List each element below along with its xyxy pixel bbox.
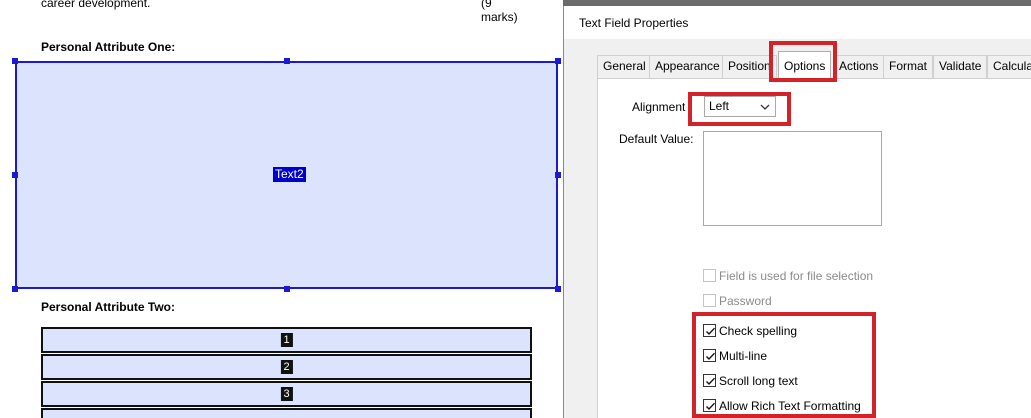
options-tab-panel [597,78,1031,418]
section-one-label: Personal Attribute One: [41,40,176,54]
checkmark-icon [706,327,716,336]
scroll-long-text-checkbox[interactable] [703,374,716,387]
resize-handle-left[interactable] [12,172,18,178]
default-value-textarea[interactable] [703,131,882,226]
check-spelling-label: Check spelling [719,324,798,338]
field-name-tag: Text2 [273,167,306,182]
tab-strip: General Appearance Position Options Acti… [597,51,1031,78]
tab-validate[interactable]: Validate [933,55,988,78]
tab-options[interactable]: Options [778,51,832,78]
dialog-title: Text Field Properties [579,16,689,30]
checkmark-icon [706,377,716,386]
resize-handle-top-left[interactable] [12,58,18,64]
multi-line-checkbox[interactable] [703,349,716,362]
section-two-label: Personal Attribute Two: [41,300,176,314]
checkmark-icon [706,352,716,361]
intro-text: career development. [41,0,151,10]
password-label: Password [719,294,772,308]
resize-handle-right[interactable] [555,172,561,178]
row-field-tag: 2 [280,360,293,374]
resize-handle-bottom-left[interactable] [12,286,18,292]
intro-marks: (9 marks) [481,0,518,24]
file-selection-checkbox[interactable] [703,269,716,282]
multi-line-label: Multi-line [719,349,768,363]
check-spelling-checkbox[interactable] [703,324,716,337]
resize-handle-bottom[interactable] [284,286,290,292]
intro-line: career development. (9 marks) [41,0,521,24]
rich-text-checkbox[interactable] [703,399,716,412]
tab-position[interactable]: Position [722,55,777,78]
text-field-row[interactable]: 1 [41,327,532,353]
resize-handle-bottom-right[interactable] [555,286,561,292]
alignment-value: Left [709,99,730,113]
tab-format[interactable]: Format [883,55,934,78]
password-checkbox[interactable] [703,294,716,307]
pdf-document: career development. (9 marks) Personal A… [0,0,570,418]
text-field-row-partial[interactable] [41,408,532,418]
row-field-tag: 1 [280,333,293,347]
text-field-row[interactable]: 2 [41,354,532,380]
scroll-long-text-label: Scroll long text [719,374,798,388]
tab-calculate[interactable]: Calculate [987,55,1031,78]
rich-text-label: Allow Rich Text Formatting [719,399,861,413]
text-field-properties-dialog: Text Field Properties General Appearance… [563,6,1031,418]
default-value-label: Default Value: [619,132,694,146]
tab-appearance[interactable]: Appearance [649,55,726,78]
file-selection-label: Field is used for file selection [719,269,874,283]
resize-handle-top[interactable] [284,58,290,64]
tab-general[interactable]: General [597,55,652,78]
chevron-down-icon [757,97,773,116]
row-field-tag: 3 [280,387,293,401]
resize-handle-top-right[interactable] [555,58,561,64]
checkmark-icon [706,402,716,411]
tab-actions[interactable]: Actions [833,55,885,78]
alignment-label: Alignment [632,100,686,114]
dialog-title-bar[interactable]: Text Field Properties [564,6,1031,39]
alignment-select[interactable]: Left [704,96,776,117]
text-field-row[interactable]: 3 [41,381,532,407]
